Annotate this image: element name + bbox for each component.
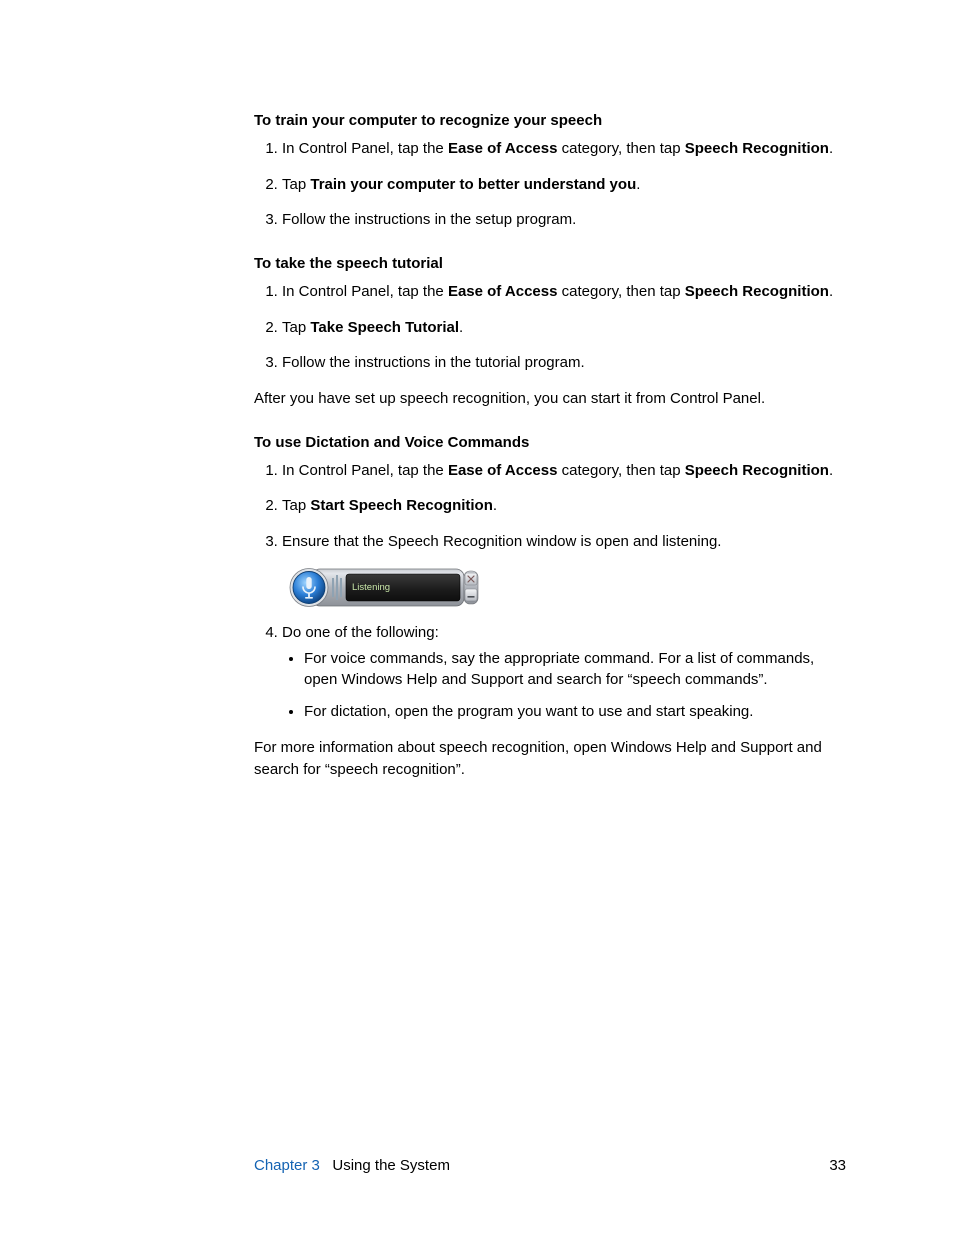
chapter-reference: Chapter 3 Using the System bbox=[254, 1155, 450, 1177]
text: For dictation, open the program you want… bbox=[304, 703, 753, 720]
step: Follow the instructions in the tutorial … bbox=[282, 352, 846, 374]
text: In Control Panel, tap the bbox=[282, 140, 448, 157]
step: Ensure that the Speech Recognition windo… bbox=[282, 531, 846, 553]
text: Tap bbox=[282, 497, 310, 514]
text: Follow the instructions in the setup pro… bbox=[282, 211, 576, 228]
page: To train your computer to recognize your… bbox=[0, 0, 954, 1235]
page-number: 33 bbox=[829, 1155, 846, 1177]
text: Tap bbox=[282, 319, 310, 336]
chapter-title-text: Using the System bbox=[332, 1157, 450, 1174]
widget-close-button[interactable] bbox=[465, 573, 477, 585]
text: . bbox=[829, 140, 833, 157]
bold: Train your computer to better understand… bbox=[310, 176, 636, 193]
bold: Take Speech Tutorial bbox=[310, 319, 459, 336]
text: Do one of the following: bbox=[282, 624, 439, 641]
text: In Control Panel, tap the bbox=[282, 462, 448, 479]
heading-speech-tutorial: To take the speech tutorial bbox=[254, 253, 846, 275]
page-footer: Chapter 3 Using the System 33 bbox=[254, 1155, 846, 1177]
text: category, then tap bbox=[557, 140, 684, 157]
steps-train: In Control Panel, tap the Ease of Access… bbox=[254, 138, 846, 231]
step: Follow the instructions in the setup pro… bbox=[282, 209, 846, 231]
text: . bbox=[459, 319, 463, 336]
step: In Control Panel, tap the Ease of Access… bbox=[282, 281, 846, 303]
step: In Control Panel, tap the Ease of Access… bbox=[282, 460, 846, 482]
paragraph: For more information about speech recogn… bbox=[254, 737, 846, 781]
bold: Speech Recognition bbox=[685, 283, 829, 300]
text: . bbox=[829, 283, 833, 300]
step: Tap Take Speech Tutorial. bbox=[282, 317, 846, 339]
heading-use-dictation: To use Dictation and Voice Commands bbox=[254, 432, 846, 454]
speech-recognition-widget: Listening bbox=[284, 567, 480, 608]
steps-use-continued: Do one of the following: For voice comma… bbox=[254, 622, 846, 723]
text: . bbox=[636, 176, 640, 193]
sub-steps: For voice commands, say the appropriate … bbox=[282, 648, 846, 723]
heading-train-speech: To train your computer to recognize your… bbox=[254, 110, 846, 132]
steps-use: In Control Panel, tap the Ease of Access… bbox=[254, 460, 846, 553]
step: Tap Start Speech Recognition. bbox=[282, 495, 846, 517]
text: For voice commands, say the appropriate … bbox=[304, 650, 814, 689]
text: category, then tap bbox=[557, 283, 684, 300]
text: . bbox=[829, 462, 833, 479]
paragraph: After you have set up speech recognition… bbox=[254, 388, 846, 410]
step: In Control Panel, tap the Ease of Access… bbox=[282, 138, 846, 160]
mic-button[interactable] bbox=[290, 568, 328, 606]
step: Do one of the following: For voice comma… bbox=[282, 622, 846, 723]
bold: Speech Recognition bbox=[685, 140, 829, 157]
bold: Speech Recognition bbox=[685, 462, 829, 479]
widget-minimize-button[interactable] bbox=[465, 589, 477, 601]
text: Follow the instructions in the tutorial … bbox=[282, 354, 585, 371]
sub-step: For voice commands, say the appropriate … bbox=[304, 648, 846, 692]
bold: Ease of Access bbox=[448, 140, 558, 157]
text: Tap bbox=[282, 176, 310, 193]
text: Ensure that the Speech Recognition windo… bbox=[282, 533, 721, 550]
bold: Start Speech Recognition bbox=[310, 497, 493, 514]
widget-status-label: Listening bbox=[352, 582, 390, 593]
bold: Ease of Access bbox=[448, 462, 558, 479]
text: . bbox=[493, 497, 497, 514]
steps-tutorial: In Control Panel, tap the Ease of Access… bbox=[254, 281, 846, 374]
text: In Control Panel, tap the bbox=[282, 283, 448, 300]
bold: Ease of Access bbox=[448, 283, 558, 300]
text: category, then tap bbox=[557, 462, 684, 479]
step: Tap Train your computer to better unders… bbox=[282, 174, 846, 196]
sub-step: For dictation, open the program you want… bbox=[304, 701, 846, 723]
chapter-link[interactable]: Chapter 3 bbox=[254, 1157, 320, 1174]
